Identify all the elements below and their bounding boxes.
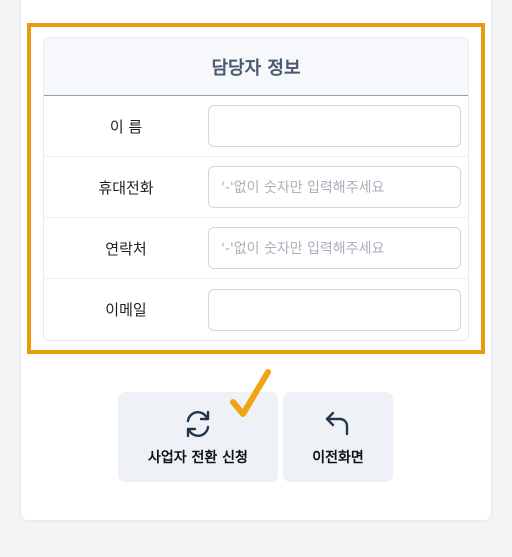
back-button[interactable]: 이전화면 [283, 392, 393, 482]
mobile-input[interactable]: '-'없이 숫자만 입력해주세요 [208, 166, 461, 208]
mobile-label: 휴대전화 [98, 178, 154, 197]
refresh-icon [181, 407, 215, 441]
section-title: 담당자 정보 [44, 38, 468, 96]
form-row-phone: 연락처 '-'없이 숫자만 입력해주세요 [44, 218, 468, 279]
phone-label: 연락처 [105, 239, 147, 258]
convert-business-label: 사업자 전환 신청 [148, 450, 248, 466]
name-label: 이 름 [109, 117, 143, 136]
return-arrow-icon [323, 407, 353, 441]
back-label: 이전화면 [312, 450, 364, 466]
form-row-mobile: 휴대전화 '-'없이 숫자만 입력해주세요 [44, 157, 468, 218]
email-input[interactable] [208, 288, 461, 331]
name-input[interactable] [208, 105, 461, 147]
phone-input[interactable]: '-'없이 숫자만 입력해주세요 [208, 227, 461, 269]
contact-info-panel: 담당자 정보 이 름 휴대전화 '-'없이 숫자만 입력해주세요 연락처 '-'… [43, 37, 469, 341]
form-row-name: 이 름 [44, 96, 468, 157]
email-label: 이메일 [105, 301, 147, 319]
form-row-email: 이메일 [44, 279, 468, 340]
checkmark-icon [230, 369, 271, 417]
